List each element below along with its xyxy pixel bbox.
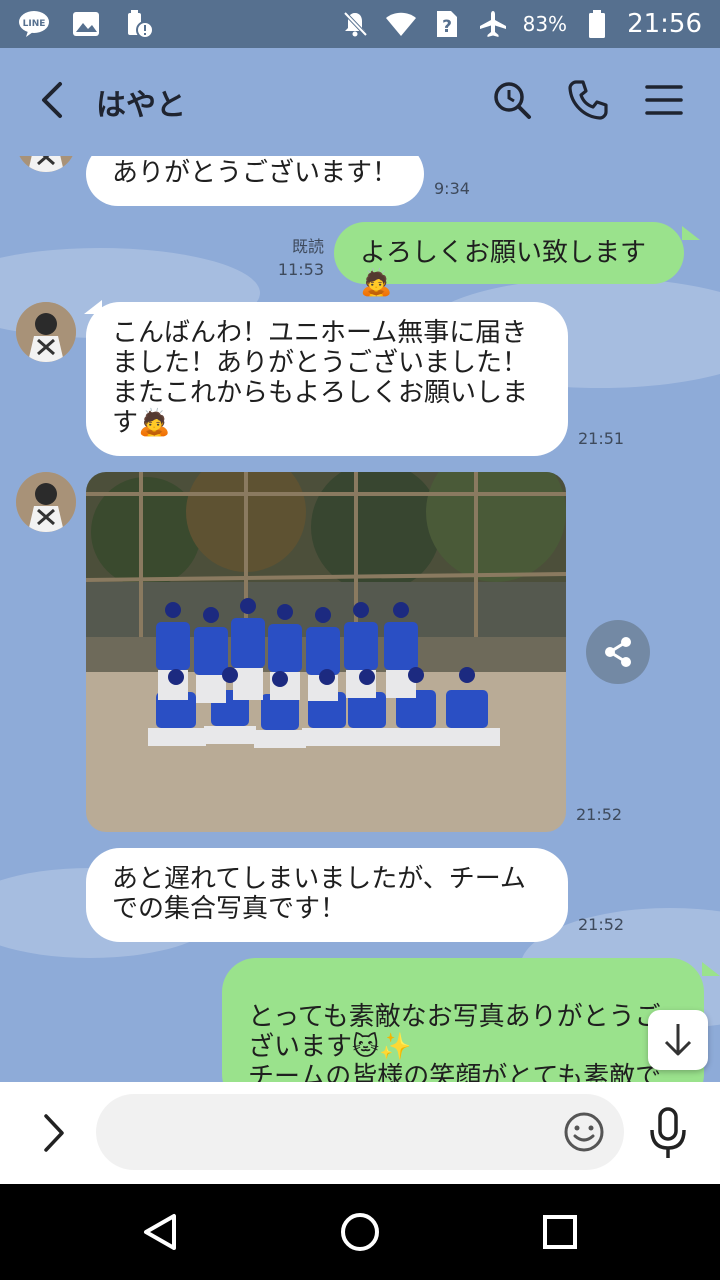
microphone-icon [650, 1107, 686, 1158]
bubble-tail [702, 962, 720, 976]
system-nav-bar [0, 1184, 720, 1280]
message-time: 21:51 [578, 429, 625, 448]
status-clock: 21:56 [627, 9, 702, 39]
message-bubble-incoming[interactable]: あと遅れてしまいましたが、チームでの集合写真です！ [86, 848, 568, 942]
airplane-mode-icon [477, 8, 509, 40]
menu-icon [645, 85, 683, 115]
voice-input-button[interactable] [646, 1106, 690, 1160]
message-time: 21:52 [576, 805, 623, 824]
expand-button[interactable] [30, 1110, 76, 1156]
battery-icon [581, 8, 613, 40]
chat-title: はやと [96, 88, 186, 123]
read-receipt: 既読 [291, 237, 324, 256]
emoji-icon [564, 1112, 604, 1152]
nav-home-icon [341, 1213, 379, 1251]
back-icon [42, 82, 62, 118]
bubble-tail [682, 226, 700, 240]
message-bubble-outgoing[interactable]: よろしくお願い致します🙇 [334, 222, 684, 298]
nav-back-button[interactable] [136, 1208, 184, 1256]
gallery-icon [70, 8, 102, 40]
nav-recents-icon [543, 1215, 577, 1249]
wifi-icon [385, 8, 417, 40]
emoji-button[interactable] [562, 1110, 606, 1154]
message-time: 21:52 [578, 915, 625, 934]
no-sim-icon: ? [431, 8, 463, 40]
nav-back-icon [144, 1214, 176, 1250]
battery-saver-icon [122, 8, 154, 40]
team-photo[interactable] [86, 472, 566, 832]
message-text: こんばんわ！ユニホーム無事に届きました！ありがとうございました！またこれからもよ… [112, 318, 529, 438]
message-input-bar [0, 1082, 720, 1184]
share-button[interactable] [586, 620, 650, 684]
expand-icon [44, 1114, 64, 1152]
battery-percent: 83% [522, 12, 568, 36]
message-text: あと遅れてしまいましたが、チームでの集合写真です！ [112, 864, 526, 924]
svg-text:?: ? [442, 17, 452, 37]
back-button[interactable] [30, 78, 74, 122]
call-button[interactable] [566, 78, 610, 122]
nav-home-button[interactable] [336, 1208, 384, 1256]
chat-header: はやと [0, 48, 720, 156]
search-icon [494, 82, 531, 119]
message-time: 9:34 [434, 179, 470, 198]
status-left-icons: LINE [18, 8, 154, 40]
call-icon [568, 80, 608, 120]
contact-avatar[interactable] [16, 472, 76, 532]
menu-button[interactable] [642, 78, 686, 122]
arrow-down-icon [664, 1024, 692, 1056]
line-notification-icon: LINE [18, 8, 50, 40]
search-button[interactable] [490, 78, 534, 122]
message-input[interactable] [96, 1094, 624, 1170]
status-right-icons: ? 83% 21:56 [339, 8, 702, 40]
scroll-to-bottom-button[interactable] [648, 1010, 708, 1070]
status-bar: LINE ? 83% 21:56 [0, 0, 720, 48]
contact-avatar[interactable] [16, 302, 76, 362]
message-bubble-incoming[interactable]: こんばんわ！ユニホーム無事に届きました！ありがとうございました！またこれからもよ… [86, 302, 568, 456]
svg-text:LINE: LINE [23, 19, 46, 29]
message-text: ありがとうございます！ [112, 158, 399, 188]
notifications-muted-icon [339, 8, 371, 40]
message-time: 11:53 [277, 260, 324, 279]
nav-recents-button[interactable] [536, 1208, 584, 1256]
share-icon [605, 637, 631, 667]
